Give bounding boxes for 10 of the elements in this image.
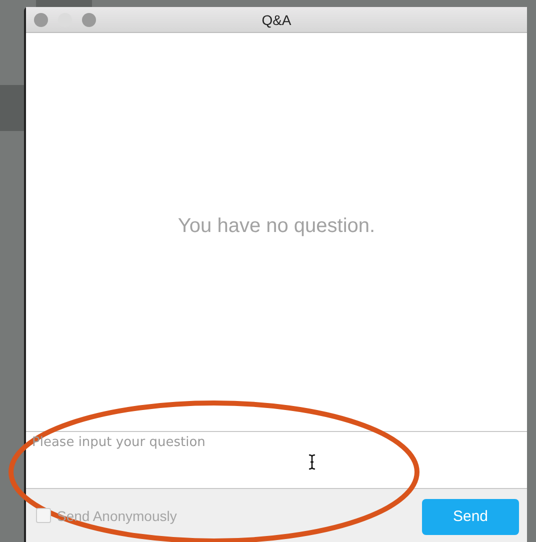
close-button[interactable] — [34, 13, 48, 27]
zoom-button[interactable] — [82, 13, 96, 27]
anonymous-checkbox[interactable] — [36, 508, 51, 523]
text-cursor-icon — [308, 454, 316, 470]
window-title: Q&A — [262, 12, 292, 28]
empty-message: You have no question. — [178, 214, 376, 238]
background-panel — [0, 85, 24, 131]
question-input[interactable]: Please input your question — [26, 432, 527, 488]
send-button[interactable]: Send — [422, 498, 519, 534]
background-panel — [36, 0, 92, 7]
